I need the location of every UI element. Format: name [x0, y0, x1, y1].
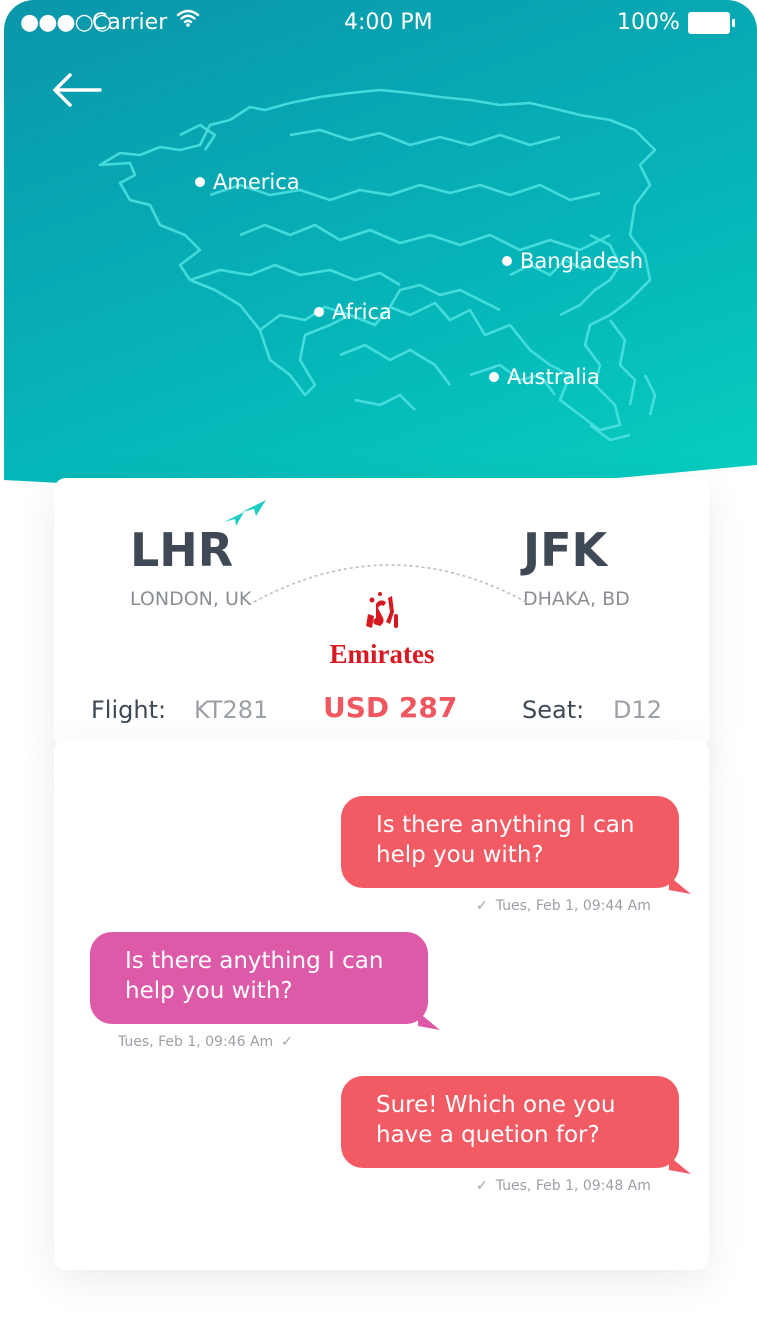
battery-icon: [688, 12, 735, 34]
status-bar: ●●●○○ Carrier 4:00 PM 100%: [0, 0, 757, 46]
destination-city: DHAKA, BD: [523, 588, 630, 610]
flight-info-card[interactable]: LHR LONDON, UK JFK DHAKA, BD Emirates Fl…: [54, 478, 709, 748]
chat-message-outgoing[interactable]: Is there anything I can help you with?: [341, 796, 691, 894]
check-icon: ✓: [476, 1178, 488, 1194]
bubble-tail: [669, 876, 691, 894]
message-line: Sure! Which one you: [376, 1092, 616, 1118]
city-label: Africa: [332, 300, 392, 324]
destination-code: JFK: [523, 523, 608, 577]
city-label: Bangladesh: [520, 249, 644, 273]
flight-number: KT281: [194, 696, 269, 724]
battery-percent: 100%: [617, 10, 680, 35]
chat-panel[interactable]: Is there anything I can help you with? ✓…: [54, 740, 709, 1270]
message-line: help you with?: [125, 978, 293, 1004]
check-icon: ✓: [281, 1034, 293, 1050]
origin-city: LONDON, UK: [130, 588, 252, 610]
flight-label: Flight:: [91, 696, 167, 724]
bubble-tail: [669, 1156, 691, 1174]
carrier-name: Carrier: [92, 10, 168, 35]
message-timestamp: Tues, Feb 1, 09:46 Am ✓: [118, 1034, 293, 1050]
bubble-tail: [418, 1012, 440, 1030]
message-timestamp: ✓ Tues, Feb 1, 09:48 Am: [476, 1178, 651, 1194]
message-line: have a quetion for?: [376, 1122, 600, 1148]
ticket-price: USD 287: [323, 691, 458, 724]
city-label: Australia: [507, 365, 600, 389]
seat-label: Seat:: [522, 696, 585, 724]
message-line: Is there anything I can: [125, 948, 384, 974]
wifi-icon: [176, 9, 200, 27]
airline-name: Emirates: [330, 639, 435, 669]
status-time: 4:00 PM: [344, 10, 433, 35]
city-label: America: [213, 170, 300, 194]
location-dot-icon: [314, 307, 324, 317]
check-icon: ✓: [476, 898, 488, 914]
location-dot-icon: [195, 177, 205, 187]
map-city-america[interactable]: America: [195, 170, 300, 194]
origin-code: LHR: [130, 523, 234, 577]
emirates-wordmark: Emirates: [330, 639, 435, 669]
seat-number: D12: [613, 696, 663, 724]
timestamp-text: Tues, Feb 1, 09:44 Am: [495, 898, 651, 914]
location-dot-icon: [489, 372, 499, 382]
chat-message-outgoing[interactable]: Sure! Which one you have a quetion for?: [341, 1076, 691, 1174]
timestamp-text: Tues, Feb 1, 09:48 Am: [495, 1178, 651, 1194]
map-city-bangladesh[interactable]: Bangladesh: [502, 249, 643, 273]
message-line: help you with?: [376, 842, 544, 868]
timestamp-text: Tues, Feb 1, 09:46 Am: [118, 1034, 274, 1050]
map-city-africa[interactable]: Africa: [314, 300, 392, 324]
location-dot-icon: [502, 256, 512, 266]
message-line: Is there anything I can: [376, 812, 635, 838]
map-city-australia[interactable]: Australia: [489, 365, 600, 389]
message-timestamp: ✓ Tues, Feb 1, 09:44 Am: [476, 898, 651, 914]
chat-message-incoming[interactable]: Is there anything I can help you with?: [90, 932, 440, 1030]
